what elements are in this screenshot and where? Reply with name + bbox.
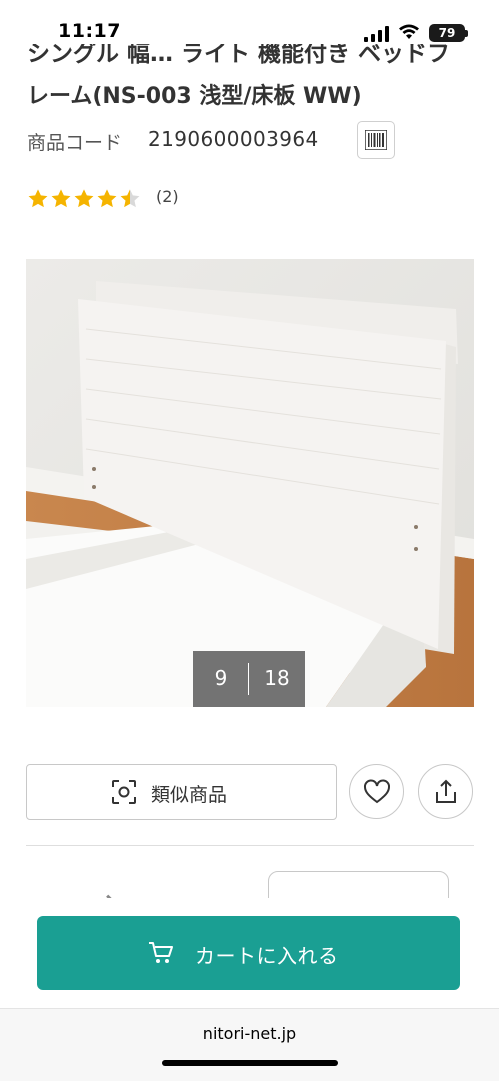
add-to-cart-label: カートに入れる <box>195 944 339 968</box>
wifi-icon <box>399 24 419 39</box>
status-time: 11:17 <box>58 20 121 42</box>
battery-icon: 79 <box>429 24 465 42</box>
star-full-icon <box>74 189 94 208</box>
share-button[interactable] <box>418 764 473 819</box>
gallery-counter: 9 18 <box>193 651 305 707</box>
section-divider <box>26 845 474 846</box>
rating-stars[interactable] <box>27 188 141 210</box>
product-title: レーム(NS-003 浅型/床板 WW) <box>27 84 362 109</box>
cellular-signal-icon <box>364 26 389 42</box>
star-full-icon <box>28 189 48 208</box>
cart-icon <box>149 942 173 963</box>
star-full-icon <box>51 189 71 208</box>
add-to-cart-button[interactable]: カートに入れる <box>37 916 460 990</box>
gallery-total: 18 <box>264 666 290 690</box>
review-count[interactable]: (2) <box>156 187 179 206</box>
product-title-line1: シングル 幅… ライト 機能付き ベッドフ <box>27 44 451 66</box>
battery-tip <box>465 30 468 37</box>
similar-items-button[interactable]: 類似商品 <box>26 764 337 820</box>
bed-frame-photo <box>26 259 474 707</box>
share-icon <box>436 779 456 803</box>
product-code-value: 2190600003964 <box>148 127 319 151</box>
gallery-current: 9 <box>214 666 228 690</box>
product-title-partial: シングル 幅… ライト 機能付き ベッドフ <box>27 44 467 66</box>
heart-icon <box>364 779 390 804</box>
home-indicator[interactable] <box>162 1060 338 1066</box>
similar-items-label: 類似商品 <box>151 784 228 806</box>
product-image[interactable] <box>26 259 474 707</box>
image-search-icon <box>112 780 136 804</box>
barcode-icon <box>365 130 387 150</box>
browser-url[interactable]: nitori-net.jp <box>0 1024 499 1043</box>
star-full-icon <box>97 189 117 208</box>
favorite-button[interactable] <box>349 764 404 819</box>
browser-toolbar <box>0 1008 499 1081</box>
barcode-button[interactable] <box>357 121 395 159</box>
star-half-icon <box>120 189 140 208</box>
product-code-label: 商品コード <box>27 132 123 154</box>
